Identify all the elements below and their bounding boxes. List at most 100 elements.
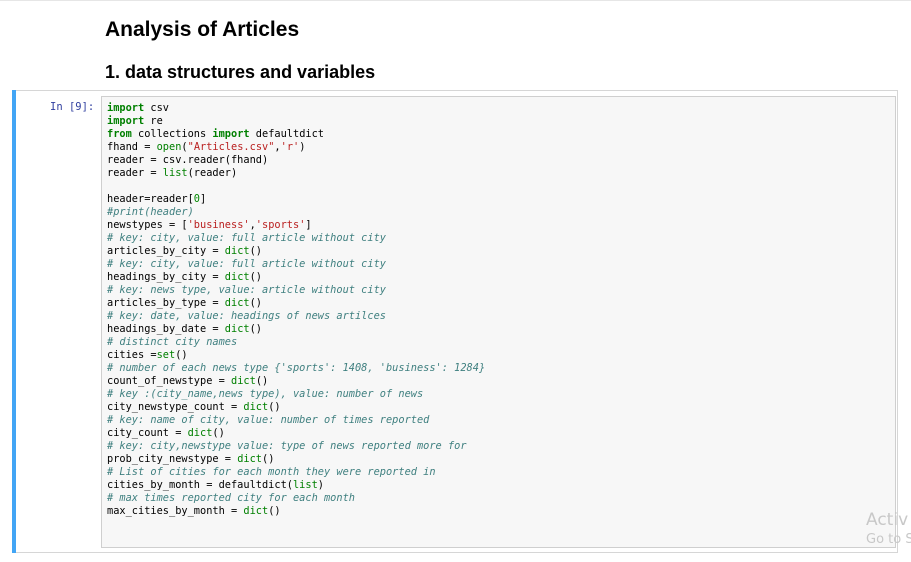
code-token: # key :(city_name,news type), value: num… xyxy=(107,388,424,400)
code-token: () xyxy=(175,349,188,361)
selected-cell-indicator xyxy=(12,90,16,553)
code-token: dict xyxy=(224,297,250,309)
code-text[interactable]: import csv import re from collections impo… xyxy=(107,102,485,518)
code-line: # max times reported city for each month xyxy=(107,492,485,505)
code-token: cities_by_month = defaultdict( xyxy=(107,479,293,491)
code-line: # number of each news type {'sports': 14… xyxy=(107,362,485,375)
watermark-line-2: Go to S xyxy=(866,532,911,547)
activation-watermark: Activ Go to S xyxy=(866,510,911,547)
code-line: headings_by_date = dict() xyxy=(107,323,485,336)
code-line: prob_city_newstype = dict() xyxy=(107,453,485,466)
code-token: 'sports' xyxy=(255,219,306,231)
code-token: () xyxy=(249,271,263,283)
code-token: newstypes = [ xyxy=(107,219,188,231)
code-line: reader = list(reader) xyxy=(107,167,485,180)
code-token: # key: name of city, value: number of ti… xyxy=(107,414,430,426)
code-token: max_cities_by_month = xyxy=(107,505,244,517)
code-token: headings_by_date = xyxy=(107,323,225,335)
code-token: open xyxy=(156,141,182,153)
code-token: city_newstype_count = xyxy=(107,401,244,413)
code-token: 'business' xyxy=(187,219,250,231)
code-token: fhand = xyxy=(107,141,157,153)
code-token: collections xyxy=(131,128,213,140)
code-line: # key: news type, value: article without… xyxy=(107,284,485,297)
code-token: #print(header) xyxy=(107,206,194,218)
code-line: max_cities_by_month = dict() xyxy=(107,505,485,518)
code-line: # key: city, value: full article without… xyxy=(107,258,485,271)
section-heading: 1. data structures and variables xyxy=(105,62,376,82)
code-token: # key: city,newstype value: type of news… xyxy=(107,440,467,452)
code-token: cities = xyxy=(107,349,157,361)
code-line: newstypes = ['business','sports'] xyxy=(107,219,485,232)
code-token: dict xyxy=(243,401,269,413)
code-token: import xyxy=(212,128,250,140)
code-token: articles_by_city = xyxy=(107,245,225,257)
code-token: () xyxy=(212,427,225,439)
code-token: reader = csv.reader(fhand) xyxy=(107,154,269,166)
code-token: city_count = xyxy=(107,427,188,439)
code-token: dict xyxy=(224,323,250,335)
code-token: # number of each news type {'sports': 14… xyxy=(107,362,486,374)
code-line: import re xyxy=(107,115,485,128)
code-line: city_count = dict() xyxy=(107,427,485,440)
code-line: # key: city,newstype value: type of news… xyxy=(107,440,485,453)
code-token: dict xyxy=(224,245,250,257)
code-token: ) xyxy=(317,479,324,491)
code-line: #print(header) xyxy=(107,206,485,219)
code-token: dict xyxy=(187,427,213,439)
code-line: # key: city, value: full article without… xyxy=(107,232,485,245)
code-token: (reader) xyxy=(187,167,238,179)
code-token: () xyxy=(262,453,275,465)
code-token: () xyxy=(249,245,263,257)
code-token: dict xyxy=(243,505,269,517)
notebook-page: Analysis of Articles 1. data structures … xyxy=(0,0,911,562)
code-line: cities_by_month = defaultdict(list) xyxy=(107,479,485,492)
code-token: # key: city, value: full article without… xyxy=(107,258,386,270)
notebook-title: Analysis of Articles xyxy=(105,18,300,41)
code-token: ) xyxy=(299,141,306,153)
code-line: fhand = open("Articles.csv",'r') xyxy=(107,141,485,154)
top-divider xyxy=(0,0,911,1)
code-token: headings_by_city = xyxy=(107,271,225,283)
code-token: () xyxy=(249,323,263,335)
code-token: # max times reported city for each month xyxy=(107,492,355,504)
code-token: # key: date, value: headings of news art… xyxy=(107,310,386,322)
code-token: reader = xyxy=(107,167,163,179)
code-token: import xyxy=(107,115,145,127)
code-token: count_of_newstype = xyxy=(107,375,231,387)
code-token: defaultdict xyxy=(249,128,325,140)
code-line: articles_by_type = dict() xyxy=(107,297,485,310)
code-token: # distinct city names xyxy=(107,336,238,348)
code-token: re xyxy=(144,115,163,127)
code-token: header=reader[ xyxy=(107,193,194,205)
code-token: prob_city_newstype = xyxy=(107,453,238,465)
code-token: () xyxy=(268,401,281,413)
code-line: from collections import defaultdict xyxy=(107,128,485,141)
code-line: # distinct city names xyxy=(107,336,485,349)
code-token: () xyxy=(255,375,269,387)
code-token: from xyxy=(107,128,132,140)
code-token: 'r' xyxy=(280,141,300,153)
code-token: ] xyxy=(305,219,312,231)
code-line: articles_by_city = dict() xyxy=(107,245,485,258)
code-editor[interactable]: import csv import re from collections impo… xyxy=(101,96,896,548)
code-token: articles_by_type = xyxy=(107,297,225,309)
code-line: headings_by_city = dict() xyxy=(107,271,485,284)
code-token: "Articles.csv" xyxy=(187,141,275,153)
code-line: city_newstype_count = dict() xyxy=(107,401,485,414)
code-line: import csv xyxy=(107,102,485,115)
code-line: # key: date, value: headings of news art… xyxy=(107,310,485,323)
code-token: # key: news type, value: article without… xyxy=(107,284,386,296)
code-token: import xyxy=(107,102,145,114)
code-token: dict xyxy=(231,375,256,387)
code-token: list xyxy=(162,167,188,179)
code-line: count_of_newstype = dict() xyxy=(107,375,485,388)
code-token: # List of cities for each month they wer… xyxy=(107,466,436,478)
code-token: set xyxy=(156,349,176,361)
code-token: # key: city, value: full article without… xyxy=(107,232,386,244)
code-line: cities =set() xyxy=(107,349,485,362)
code-token: dict xyxy=(237,453,262,465)
input-prompt: In [9]: xyxy=(50,101,95,113)
code-token: list xyxy=(292,479,318,491)
